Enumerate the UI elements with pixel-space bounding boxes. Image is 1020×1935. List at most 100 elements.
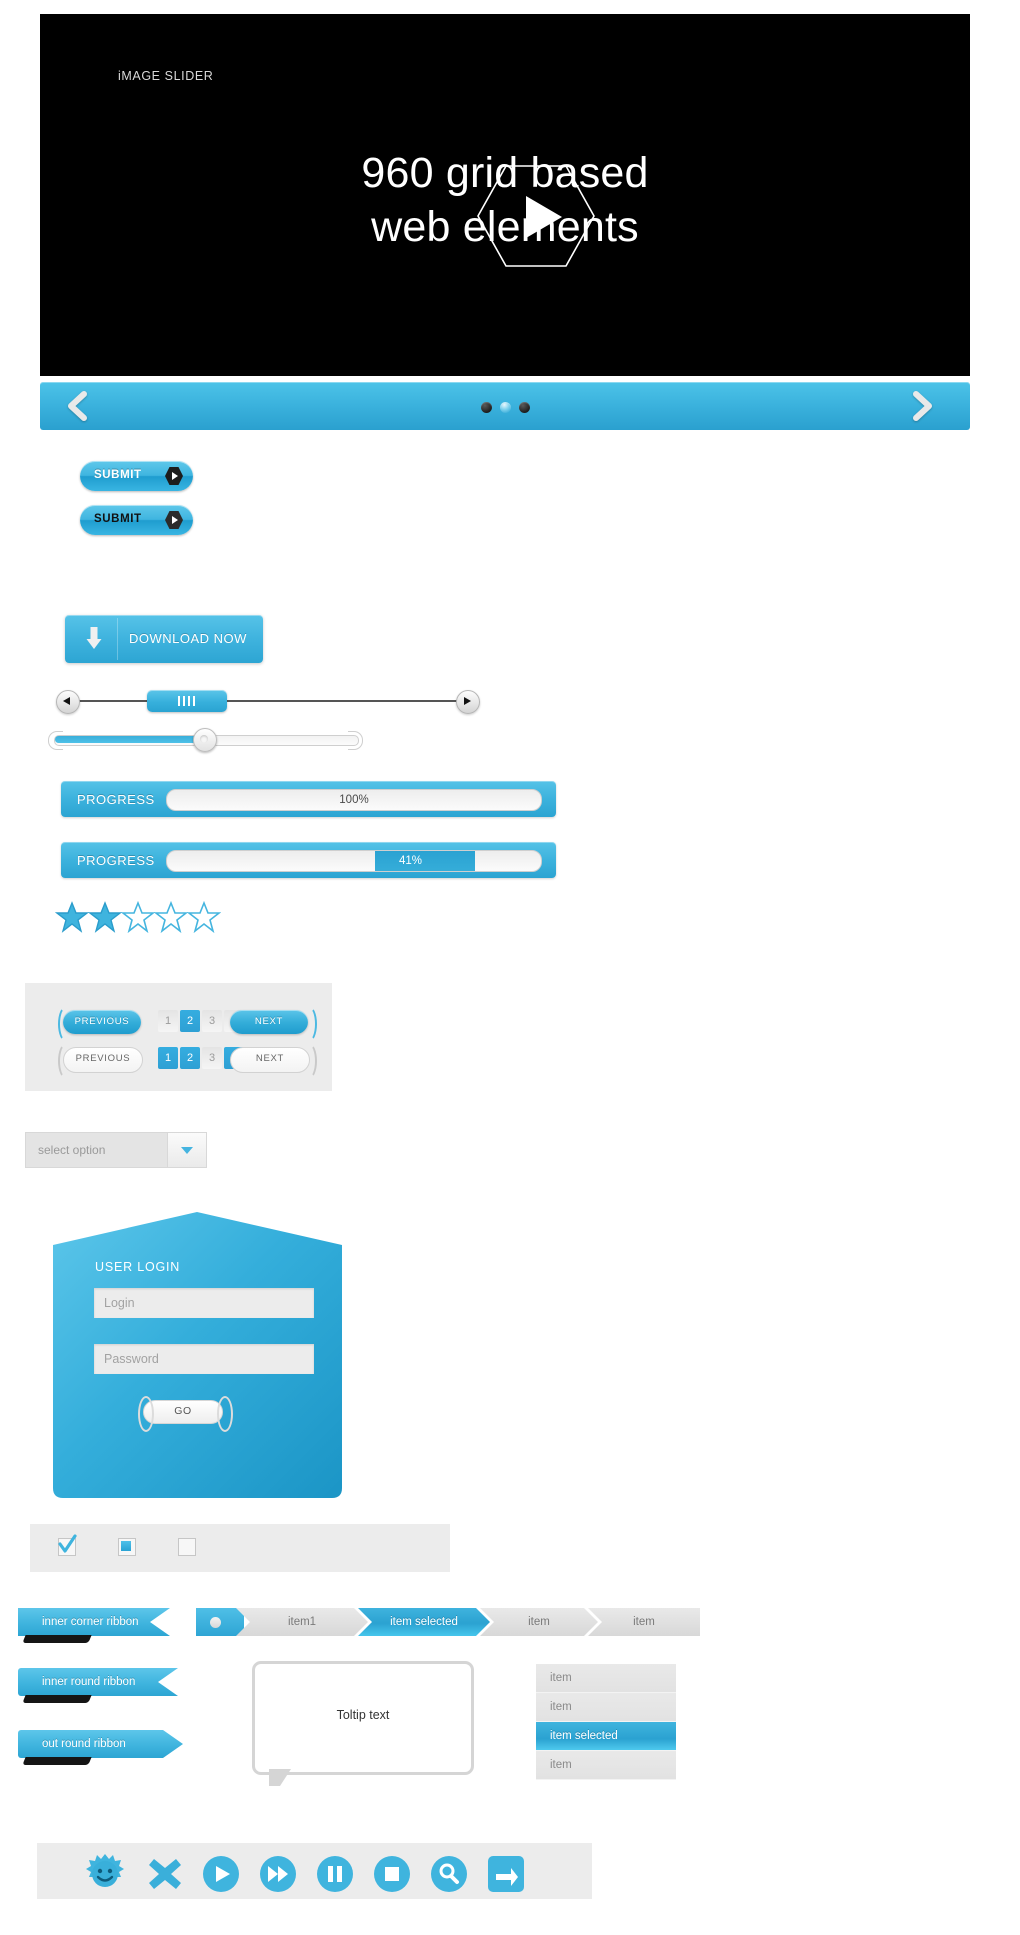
filled-square-icon [121,1541,131,1551]
home-dot-icon [210,1617,221,1628]
select-arrow-button[interactable] [167,1133,206,1167]
range-slider-arrows[interactable] [56,690,480,714]
page-number[interactable]: 1 [158,1010,178,1032]
ribbon-inner-corner[interactable]: inner corner ribbon [18,1608,170,1643]
play-hexagon-icon [164,510,184,530]
range-handle[interactable] [147,690,227,712]
checkbox-empty[interactable] [178,1538,196,1556]
fast-forward-icon[interactable] [259,1855,297,1898]
previous-button[interactable]: PREVIOUS [63,1047,143,1073]
close-x-icon[interactable] [147,1857,183,1896]
submit-button-label: SUBMIT [94,469,142,481]
play-hexagon-icon [164,466,184,486]
slider-dot[interactable] [480,402,492,413]
ribbon-out-round[interactable]: out round ribbon [18,1730,183,1765]
submit-button-light[interactable]: SUBMIT [80,461,193,491]
progress-track: 100% [166,789,542,811]
ribbon-shadow [22,1757,92,1765]
progress-value-label: 100% [339,794,369,806]
list-item-selected[interactable]: item selected [536,1722,676,1751]
select-value: select option [38,1143,106,1157]
empty-box-icon [178,1538,196,1556]
list-item[interactable]: item [536,1664,676,1693]
list-item[interactable]: item [536,1693,676,1722]
search-icon[interactable] [430,1855,468,1898]
select-dropdown[interactable]: select option [25,1132,207,1168]
breadcrumb-item[interactable]: item [588,1608,700,1636]
pagination-row-ghost: PREVIOUS 1 2 3 4 NEXT [25,1043,332,1081]
arrow-right-icon[interactable] [487,1855,525,1898]
progress-caption: PROGRESS [77,853,155,868]
page-number-active[interactable]: 2 [180,1010,200,1032]
ribbon-label: inner corner ribbon [18,1608,170,1636]
submit-button-dark[interactable]: SUBMIT [80,505,193,535]
checkbox-checked[interactable] [58,1534,77,1556]
pause-icon[interactable] [316,1855,354,1898]
submit-button-label: SUBMIT [94,513,142,525]
list-item[interactable]: item [536,1751,676,1780]
range-slider-knob[interactable] [48,728,363,752]
play-hexagon-icon[interactable] [476,162,596,270]
chevron-down-icon [181,1147,193,1154]
stop-icon[interactable] [373,1855,411,1898]
download-button[interactable]: DOWNLOAD NOW [65,615,263,663]
login-panel-title: USER LOGIN [95,1260,181,1274]
range-fill [55,736,203,743]
breadcrumb-item-selected[interactable]: item selected [358,1608,490,1636]
download-arrow-icon [85,626,103,652]
checkbox-filled[interactable] [118,1538,136,1556]
page-number-active[interactable]: 2 [180,1047,200,1069]
star-icon [55,901,89,933]
slider-dot-active[interactable] [499,402,511,413]
slider-dots [40,400,970,418]
progress-caption: PROGRESS [77,792,155,807]
progress-value-label: 41% [399,855,423,867]
pagination-row-blue: PREVIOUS 1 2 3 4 NEXT [25,1006,332,1044]
star-icon [121,900,155,934]
tooltip-tail [269,1769,291,1786]
ribbon-inner-round[interactable]: inner round ribbon [18,1668,178,1703]
range-knob[interactable] [193,728,217,752]
login-field[interactable] [94,1288,314,1318]
play-icon[interactable] [202,1855,240,1898]
range-track [78,700,460,702]
login-go-button[interactable]: GO [143,1400,223,1424]
user-login-panel: USER LOGIN GO [45,1210,350,1500]
slider-stage: iMAGE SLIDER 960 grid based web elements [40,14,970,376]
triangle-right-icon[interactable] [456,690,480,714]
tooltip-text: Toltip text [336,1708,390,1722]
progress-bar-partial: PROGRESS 41% [61,842,556,878]
star-icon [154,900,188,934]
tooltip: Toltip text [252,1661,474,1786]
triangle-left-icon[interactable] [56,690,80,714]
ribbon-shadow [22,1695,92,1703]
breadcrumb-home-button[interactable] [196,1608,244,1636]
breadcrumb-item[interactable]: item1 [236,1608,368,1636]
next-button[interactable]: NEXT [230,1010,308,1034]
progress-track: 41% [166,850,542,872]
ribbon-label: out round ribbon [18,1730,183,1758]
dropdown-list: item item item selected item [536,1664,676,1780]
star-icon [88,901,122,933]
password-field[interactable] [94,1344,314,1374]
breadcrumb: item1 item selected item item [196,1608,700,1636]
slider-nav-bar [40,382,970,430]
previous-button[interactable]: PREVIOUS [63,1010,141,1034]
slider-dot[interactable] [518,402,530,413]
page-number-active[interactable]: 1 [158,1047,178,1069]
star-rating[interactable] [55,900,255,944]
breadcrumb-item[interactable]: item [480,1608,598,1636]
image-slider: iMAGE SLIDER 960 grid based web elements [40,14,970,430]
button-divider [117,618,118,660]
next-button[interactable]: NEXT [230,1047,310,1073]
page-number[interactable]: 3 [202,1010,222,1032]
checkbox-panel [30,1524,450,1572]
ui-kit-page: iMAGE SLIDER 960 grid based web elements [0,0,1020,1935]
page-number[interactable]: 3 [202,1047,222,1069]
ribbon-shadow [22,1635,92,1643]
star-icon [187,900,221,934]
progress-bar-full: PROGRESS 100% [61,781,556,817]
smiley-face-icon[interactable] [85,1853,125,1896]
ribbon-label: inner round ribbon [18,1668,178,1696]
icon-toolbar [37,1843,592,1899]
